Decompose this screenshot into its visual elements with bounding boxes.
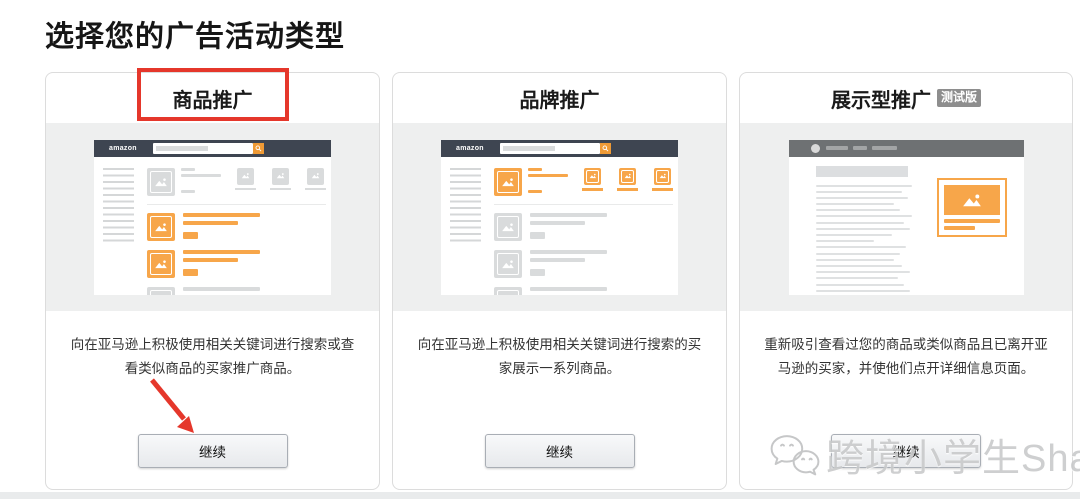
- continue-button-sponsored-products[interactable]: 继续: [138, 434, 288, 468]
- campaign-type-cards: 商品推广 amazon: [45, 72, 1073, 490]
- card-description: 重新吸引查看过您的商品或类似商品且已离开亚马逊的买家，并使他们点开详细信息页面。: [740, 311, 1072, 382]
- search-icon: [600, 143, 611, 154]
- sponsored-product-row: [147, 250, 326, 278]
- card-sponsored-products: 商品推广 amazon: [45, 72, 380, 490]
- card-title-text: 品牌推广: [520, 84, 600, 113]
- display-ad-placeholder: [937, 178, 1007, 237]
- mockup-header: amazon: [94, 140, 331, 157]
- search-icon: [253, 143, 264, 154]
- ad-image-placeholder: [944, 185, 1000, 215]
- mockup-header: amazon: [441, 140, 678, 157]
- card-sponsored-display-title: 展示型推广 测试版: [740, 73, 1072, 123]
- card-description: 向在亚马逊上积极使用相关关键词进行搜索或查看类似商品的买家推广商品。: [46, 311, 379, 382]
- card-sponsored-display: 展示型推广 测试版: [739, 72, 1073, 490]
- card-sponsored-brands-title: 品牌推广: [393, 73, 726, 123]
- card-sponsored-brands: 品牌推广 amazon: [392, 72, 727, 490]
- beta-badge: 测试版: [937, 89, 981, 106]
- sponsored-products-illustration: amazon: [46, 123, 379, 311]
- amazon-search-results-mockup: amazon: [441, 140, 678, 295]
- mockup-header: [789, 140, 1024, 157]
- card-description: 向在亚马逊上积极使用相关关键词进行搜索的买家展示一系列商品。: [393, 311, 726, 382]
- external-webpage-mockup: [789, 140, 1024, 295]
- amazon-search-results-mockup: amazon: [94, 140, 331, 295]
- card-title-text: 商品推广: [173, 84, 253, 113]
- sidebar-filters-placeholder: [103, 168, 134, 246]
- organic-product-row: [494, 287, 673, 295]
- amazon-logo: amazon: [456, 145, 484, 152]
- sidebar-filters-placeholder: [450, 168, 481, 246]
- avatar-placeholder: [811, 144, 820, 153]
- organic-product-row: [147, 287, 326, 295]
- search-bar: [153, 143, 253, 154]
- organic-product-row: [494, 213, 673, 241]
- sponsored-product-row: [147, 213, 326, 241]
- sponsored-display-illustration: [740, 123, 1072, 311]
- brand-banner-row: [494, 168, 673, 196]
- mockup-body: [94, 157, 331, 295]
- nav-links-placeholder: [826, 146, 897, 150]
- search-bar: [500, 143, 600, 154]
- page-title: 选择您的广告活动类型: [45, 13, 345, 55]
- continue-button-sponsored-brands[interactable]: 继续: [485, 434, 635, 468]
- sponsored-brands-illustration: amazon: [393, 123, 726, 311]
- mockup-body: [441, 157, 678, 295]
- card-sponsored-products-title: 商品推广: [46, 73, 379, 123]
- amazon-logo: amazon: [109, 145, 137, 152]
- page-bottom-strip: [0, 492, 1080, 499]
- continue-button-sponsored-display[interactable]: 继续: [831, 434, 981, 468]
- card-title-text: 展示型推广: [831, 84, 931, 113]
- organic-result-row: [147, 168, 326, 196]
- organic-product-row: [494, 250, 673, 278]
